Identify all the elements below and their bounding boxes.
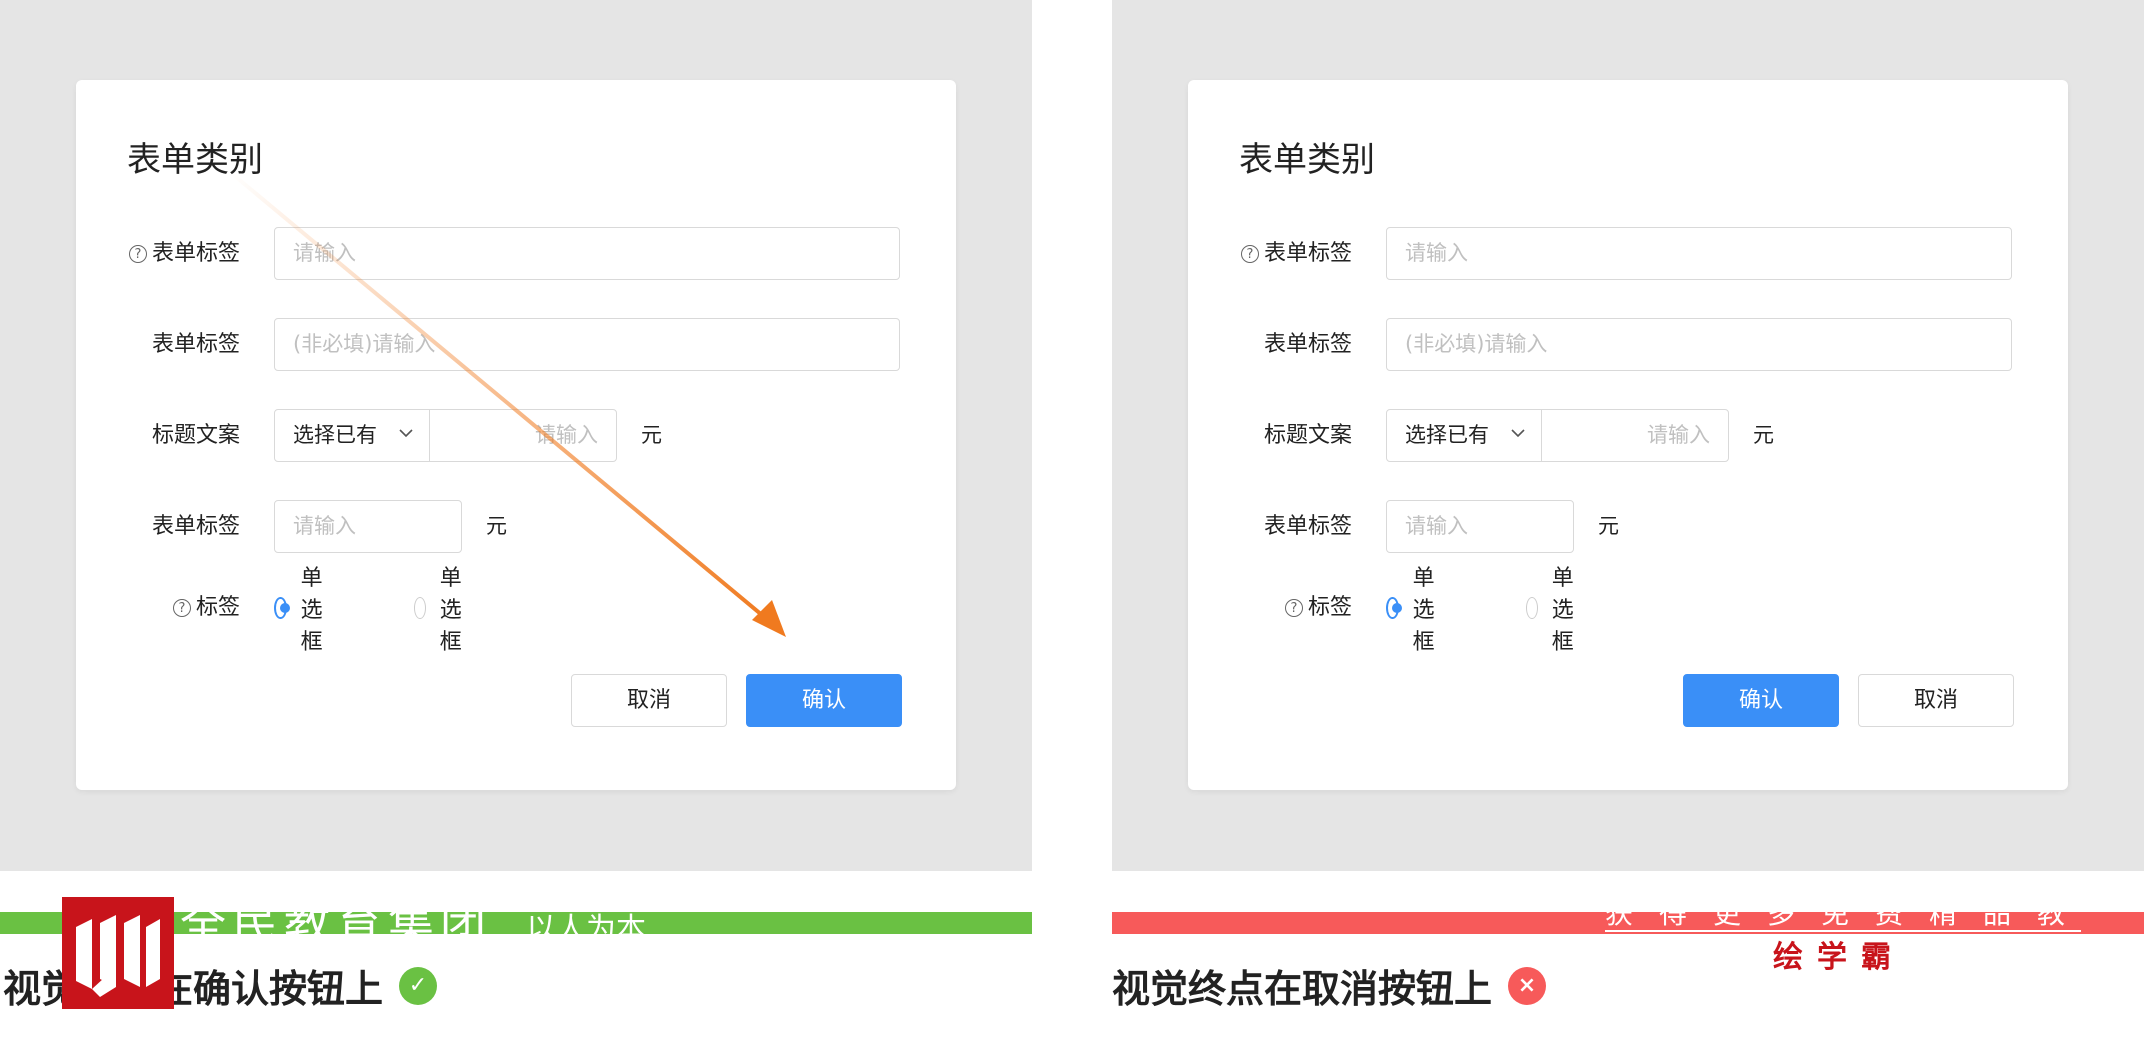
- cancel-button[interactable]: 取消: [1858, 674, 2014, 727]
- confirm-button[interactable]: 确认: [1683, 674, 1839, 727]
- check-circle-icon: ✓: [399, 966, 438, 1005]
- form-label: 表单标签: [1263, 332, 1352, 357]
- radio-unchecked-icon: [1526, 596, 1538, 619]
- form-label: 表单标签: [1263, 514, 1352, 539]
- w-logo-icon: [76, 915, 160, 997]
- watermark-brand: 绘学霸: [1773, 940, 1905, 975]
- amount-input[interactable]: 请输入: [1541, 409, 1729, 462]
- visual-flow-arrow: [228, 170, 786, 637]
- unit-label: 元: [1753, 423, 1774, 447]
- watermark-logo: [62, 897, 174, 1009]
- dialog-title: 表单类别: [1239, 140, 1375, 180]
- unit-label: 元: [1598, 514, 1619, 538]
- watermark-text: 全民教育集团: [180, 897, 492, 951]
- radio-option-1[interactable]: 单选框: [1386, 566, 1444, 655]
- form-dialog-right: 表单类别 ? 表单标签 请输入 表单标签 (非必填)请输入 标题文案 选择已有 …: [1188, 80, 2068, 790]
- radio-checked-icon: [1386, 596, 1402, 619]
- watermark-tutorial-text: 获得更多免费精品教程: [1605, 892, 2081, 932]
- form-label: 标题文案: [1263, 423, 1352, 448]
- form-label: ? 表单标签: [1188, 227, 1352, 280]
- tag-amount-input[interactable]: 请输入: [1386, 500, 1574, 553]
- tag-input[interactable]: 请输入: [1386, 227, 2012, 280]
- chevron-down-icon: [1511, 429, 1525, 438]
- question-circle-icon: ?: [1240, 244, 1259, 263]
- caption-bad: 视觉终点在取消按钮上 ×: [1112, 958, 1547, 1013]
- watermark-slogan: 以人为本: [526, 912, 646, 947]
- close-circle-icon: ×: [1508, 966, 1547, 1005]
- form-label: ? 标签: [1188, 581, 1352, 634]
- optional-tag-input[interactable]: (非必填)请输入: [1386, 318, 2012, 371]
- right-example-panel: 表单类别 ? 表单标签 请输入 表单标签 (非必填)请输入 标题文案 选择已有 …: [1112, 0, 2144, 871]
- select-existing-dropdown[interactable]: 选择已有: [1386, 409, 1542, 462]
- radio-option-2[interactable]: 单选框: [1526, 566, 1584, 655]
- left-example-panel: 表单类别 ? 表单标签 请输入 表单标签 (非必填)请输入 标题文案 选择已有 …: [0, 0, 1032, 871]
- question-circle-icon: ?: [1284, 598, 1303, 617]
